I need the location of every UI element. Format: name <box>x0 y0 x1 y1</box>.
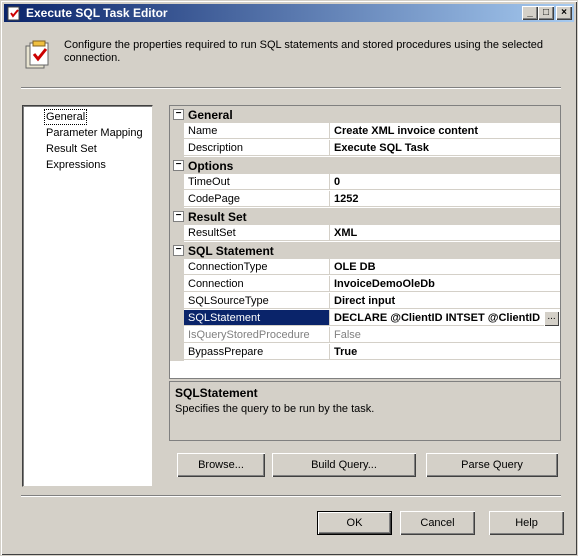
property-name: ResultSet <box>184 225 330 241</box>
title-bar[interactable]: Execute SQL Task Editor _ □ × <box>4 4 574 22</box>
description-text: Specifies the query to be run by the tas… <box>175 403 375 415</box>
row-margin <box>170 276 184 293</box>
property-row[interactable]: Connection InvoiceDemoOleDb <box>170 276 560 293</box>
property-value[interactable]: InvoiceDemoOleDb <box>330 276 560 292</box>
property-row-selected[interactable]: SQLStatement DECLARE @ClientID INTSET @C… <box>170 310 560 327</box>
close-button[interactable]: × <box>556 6 572 20</box>
property-value[interactable]: 1252 <box>330 191 560 207</box>
row-margin <box>170 140 184 157</box>
collapse-icon[interactable]: − <box>173 245 184 256</box>
property-value[interactable]: XML <box>330 225 560 241</box>
property-row[interactable]: BypassPrepare True <box>170 344 560 361</box>
property-name: BypassPrepare <box>184 344 330 360</box>
row-margin <box>170 293 184 310</box>
property-row[interactable]: Description Execute SQL Task <box>170 140 560 157</box>
category-sql-statement[interactable]: − SQL Statement <box>170 242 560 259</box>
header-area: Configure the properties required to run… <box>4 23 574 85</box>
property-value[interactable]: True <box>330 344 560 360</box>
collapse-icon[interactable]: − <box>173 160 184 171</box>
header-separator <box>21 87 561 89</box>
row-margin <box>170 191 184 208</box>
category-result-set[interactable]: − Result Set <box>170 208 560 225</box>
cancel-button[interactable]: Cancel <box>400 511 475 535</box>
maximize-button[interactable]: □ <box>538 6 554 20</box>
property-value[interactable]: Execute SQL Task <box>330 140 560 156</box>
property-row[interactable]: Name Create XML invoice content <box>170 123 560 140</box>
nav-item-general[interactable]: General <box>43 109 88 125</box>
property-name: CodePage <box>184 191 330 207</box>
property-row[interactable]: ResultSet XML <box>170 225 560 242</box>
sql-statement-value[interactable]: DECLARE @ClientID INTSET @ClientID <box>330 310 544 326</box>
header-description: Configure the properties required to run… <box>64 39 543 64</box>
row-margin <box>170 123 184 140</box>
row-margin <box>170 327 184 344</box>
category-title: SQL Statement <box>188 244 274 258</box>
category-title: General <box>188 108 233 122</box>
row-margin <box>170 310 184 327</box>
category-title: Options <box>188 159 234 173</box>
property-value: False <box>330 327 560 343</box>
nav-item-result-set[interactable]: Result Set <box>45 142 98 156</box>
ok-button[interactable]: OK <box>317 511 392 535</box>
category-options[interactable]: − Options <box>170 157 560 174</box>
property-row[interactable]: SQLSourceType Direct input <box>170 293 560 310</box>
task-icon <box>7 6 20 21</box>
nav-item-expressions[interactable]: Expressions <box>45 158 107 172</box>
property-value[interactable]: 0 <box>330 174 560 190</box>
nav-item-parameter-mapping[interactable]: Parameter Mapping <box>45 126 144 140</box>
property-name: Name <box>184 123 330 139</box>
property-name: TimeOut <box>184 174 330 190</box>
property-name: Description <box>184 140 330 156</box>
property-description-panel: SQLStatement Specifies the query to be r… <box>169 381 561 441</box>
property-name: SQLStatement <box>184 310 330 326</box>
collapse-icon[interactable]: − <box>173 109 184 120</box>
ellipsis-button[interactable]: ... <box>544 311 559 326</box>
category-title: Result Set <box>188 210 247 224</box>
row-margin <box>170 259 184 276</box>
sql-task-icon <box>25 40 49 69</box>
minimize-button[interactable]: _ <box>522 6 538 20</box>
help-button[interactable]: Help <box>489 511 564 535</box>
property-name: SQLSourceType <box>184 293 330 309</box>
collapse-icon[interactable]: − <box>173 211 184 222</box>
row-margin <box>170 174 184 191</box>
property-grid[interactable]: − General Name Create XML invoice conten… <box>169 105 561 379</box>
footer-separator <box>21 495 561 497</box>
description-title: SQLStatement <box>175 386 258 400</box>
browse-button[interactable]: Browse... <box>177 453 265 477</box>
property-name: ConnectionType <box>184 259 330 275</box>
property-row[interactable]: TimeOut 0 <box>170 174 560 191</box>
build-query-button[interactable]: Build Query... <box>272 453 416 477</box>
property-row[interactable]: ConnectionType OLE DB <box>170 259 560 276</box>
property-name: Connection <box>184 276 330 292</box>
property-row[interactable]: CodePage 1252 <box>170 191 560 208</box>
parse-query-button[interactable]: Parse Query <box>426 453 558 477</box>
window-title: Execute SQL Task Editor <box>26 6 168 20</box>
property-name: IsQueryStoredProcedure <box>184 327 330 343</box>
category-general[interactable]: − General <box>170 106 560 123</box>
property-value[interactable]: Direct input <box>330 293 560 309</box>
execute-sql-task-editor-window: Execute SQL Task Editor _ □ × Configure … <box>0 0 578 556</box>
page-navigation-list[interactable]: General Parameter Mapping Result Set Exp… <box>22 105 153 487</box>
row-margin <box>170 225 184 242</box>
property-row[interactable]: IsQueryStoredProcedure False <box>170 327 560 344</box>
row-margin <box>170 344 184 361</box>
property-value[interactable]: OLE DB <box>330 259 560 275</box>
property-value[interactable]: Create XML invoice content <box>330 123 560 139</box>
